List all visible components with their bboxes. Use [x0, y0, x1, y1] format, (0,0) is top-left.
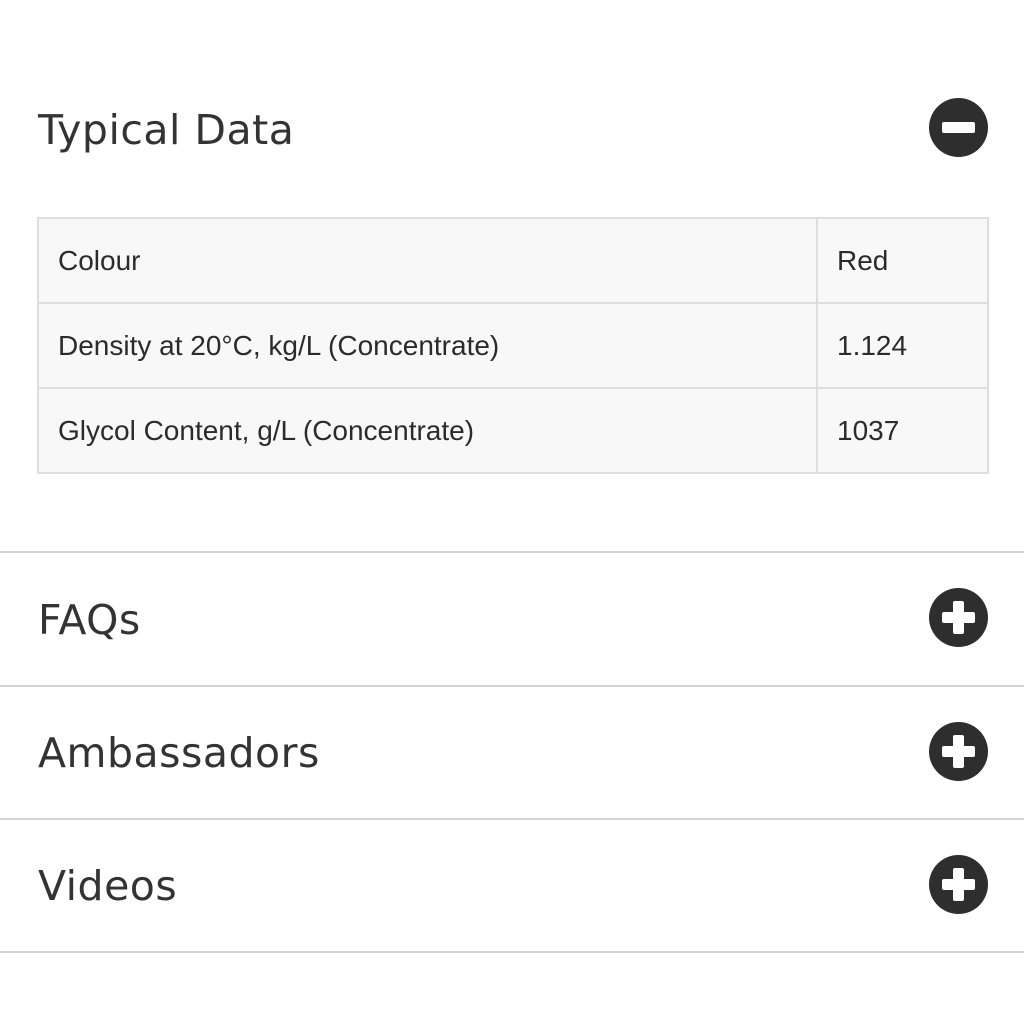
accordion-header-ambassadors[interactable]: Ambassadors — [0, 687, 1024, 818]
section-title-faqs: FAQs — [38, 596, 141, 644]
accordion-header-videos[interactable]: Videos — [0, 820, 1024, 951]
expand-plus-icon[interactable] — [929, 588, 988, 647]
table-cell-value: 1037 — [816, 387, 989, 474]
table-row: Colour Red — [37, 217, 989, 304]
table-cell-property: Glycol Content, g/L (Concentrate) — [37, 387, 818, 474]
table-cell-value: 1.124 — [816, 302, 989, 389]
section-title-ambassadors: Ambassadors — [38, 729, 320, 777]
section-title-videos: Videos — [38, 862, 178, 910]
expand-plus-icon[interactable] — [929, 855, 988, 914]
table-cell-property: Colour — [37, 217, 818, 304]
section-title-typical-data: Typical Data — [38, 106, 295, 154]
section-divider — [0, 951, 1024, 953]
typical-data-table: Colour Red Density at 20°C, kg/L (Concen… — [37, 217, 989, 474]
accordion-header-faqs[interactable]: FAQs — [0, 553, 1024, 685]
collapse-minus-icon[interactable] — [929, 98, 988, 157]
expand-plus-icon[interactable] — [929, 722, 988, 781]
table-row: Glycol Content, g/L (Concentrate) 1037 — [37, 387, 989, 474]
table-row: Density at 20°C, kg/L (Concentrate) 1.12… — [37, 302, 989, 389]
accordion-header-typical-data[interactable]: Typical Data — [0, 0, 1024, 200]
table-cell-property: Density at 20°C, kg/L (Concentrate) — [37, 302, 818, 389]
table-cell-value: Red — [816, 217, 989, 304]
